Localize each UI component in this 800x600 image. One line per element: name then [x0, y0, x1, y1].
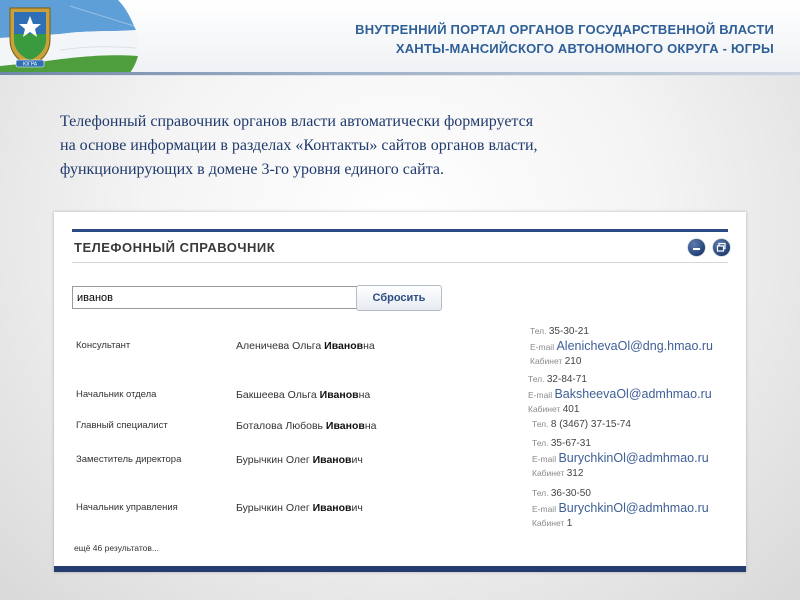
list-item[interactable]: Начальник управления Бурычкин Олег Ивано…	[54, 486, 746, 529]
result-position: Консультант	[76, 340, 131, 351]
intro-line3: функционирующих в домене 3-го уровня еди…	[60, 161, 444, 178]
result-name: Бакшеева Ольга Ивановна	[236, 389, 371, 401]
result-phone: 32-84-71	[546, 374, 587, 385]
result-position: Начальник отдела	[76, 389, 157, 400]
result-name: Бурычкин Олег Иванович	[236, 454, 363, 466]
more-results-link[interactable]: ещё 46 результатов...	[74, 543, 159, 553]
result-room: 312	[566, 468, 584, 479]
portal-title-line1: ВНУТРЕННИЙ ПОРТАЛ ОРГАНОВ ГОСУДАРСТВЕННО…	[355, 22, 774, 37]
coat-of-arms-icon: ЮГРА	[6, 4, 54, 68]
intro-line1: Телефонный справочник органов власти авт…	[60, 113, 534, 130]
flag-banner: ЮГРА	[0, 0, 140, 76]
result-contacts: Тел. 35-67-31 E-mail BurychkinOl@admhmao…	[532, 438, 709, 479]
result-email-link[interactable]: BaksheevaOl@admhmao.ru	[554, 387, 711, 401]
portal-title-line2: ХАНТЫ-МАНСИЙСКОГО АВТОНОМНОГО ОКРУГА - Ю…	[395, 41, 774, 56]
result-contacts: Тел. 35-30-21 E-mail AlenichevaOl@dng.hm…	[530, 326, 713, 367]
result-phone: 8 (3467) 37-15-74	[550, 419, 631, 430]
result-phone: 35-30-21	[548, 326, 589, 337]
panel-bottom-bar	[54, 566, 746, 572]
result-position: Заместитель директора	[76, 454, 182, 465]
result-phone: 36-30-50	[550, 488, 591, 499]
result-email-link[interactable]: BurychkinOl@admhmao.ru	[558, 501, 708, 515]
results-list: Консультант Аленичева Ольга Ивановна Тел…	[54, 212, 746, 572]
phone-directory-panel: ТЕЛЕФОННЫЙ СПРАВОЧНИК Сбросить Консульта…	[54, 212, 746, 572]
result-room: 210	[564, 356, 582, 367]
header-divider-light	[0, 75, 800, 76]
result-phone: 35-67-31	[550, 438, 591, 449]
result-email-link[interactable]: BurychkinOl@admhmao.ru	[558, 451, 708, 465]
result-position: Начальник управления	[76, 502, 178, 513]
result-name: Боталова Любовь Ивановна	[236, 420, 377, 432]
result-room: 401	[562, 404, 580, 415]
result-name: Аленичева Ольга Ивановна	[236, 340, 375, 352]
intro-line2: на основе информации в разделах «Контакт…	[60, 137, 538, 154]
result-contacts: Тел. 8 (3467) 37-15-74	[532, 419, 631, 430]
portal-title: ВНУТРЕННИЙ ПОРТАЛ ОРГАНОВ ГОСУДАРСТВЕННО…	[355, 20, 774, 58]
emblem-label: ЮГРА	[23, 62, 38, 68]
list-item[interactable]: Консультант Аленичева Ольга Ивановна Тел…	[54, 324, 746, 367]
result-position: Главный специалист	[76, 420, 168, 431]
list-item[interactable]: Начальник отдела Бакшеева Ольга Ивановна…	[54, 372, 746, 415]
list-item[interactable]: Заместитель директора Бурычкин Олег Иван…	[54, 436, 746, 479]
result-room: 1	[566, 518, 573, 529]
portal-header: ЮГРА ВНУТРЕННИЙ ПОРТАЛ ОРГАНОВ ГОСУДАРСТ…	[0, 0, 800, 76]
intro-text: Телефонный справочник органов власти авт…	[60, 110, 700, 182]
result-email-link[interactable]: AlenichevaOl@dng.hmao.ru	[556, 339, 713, 353]
result-name: Бурычкин Олег Иванович	[236, 502, 363, 514]
result-contacts: Тел. 36-30-50 E-mail BurychkinOl@admhmao…	[532, 488, 709, 529]
result-contacts: Тел. 32-84-71 E-mail BaksheevaOl@admhmao…	[528, 374, 712, 415]
